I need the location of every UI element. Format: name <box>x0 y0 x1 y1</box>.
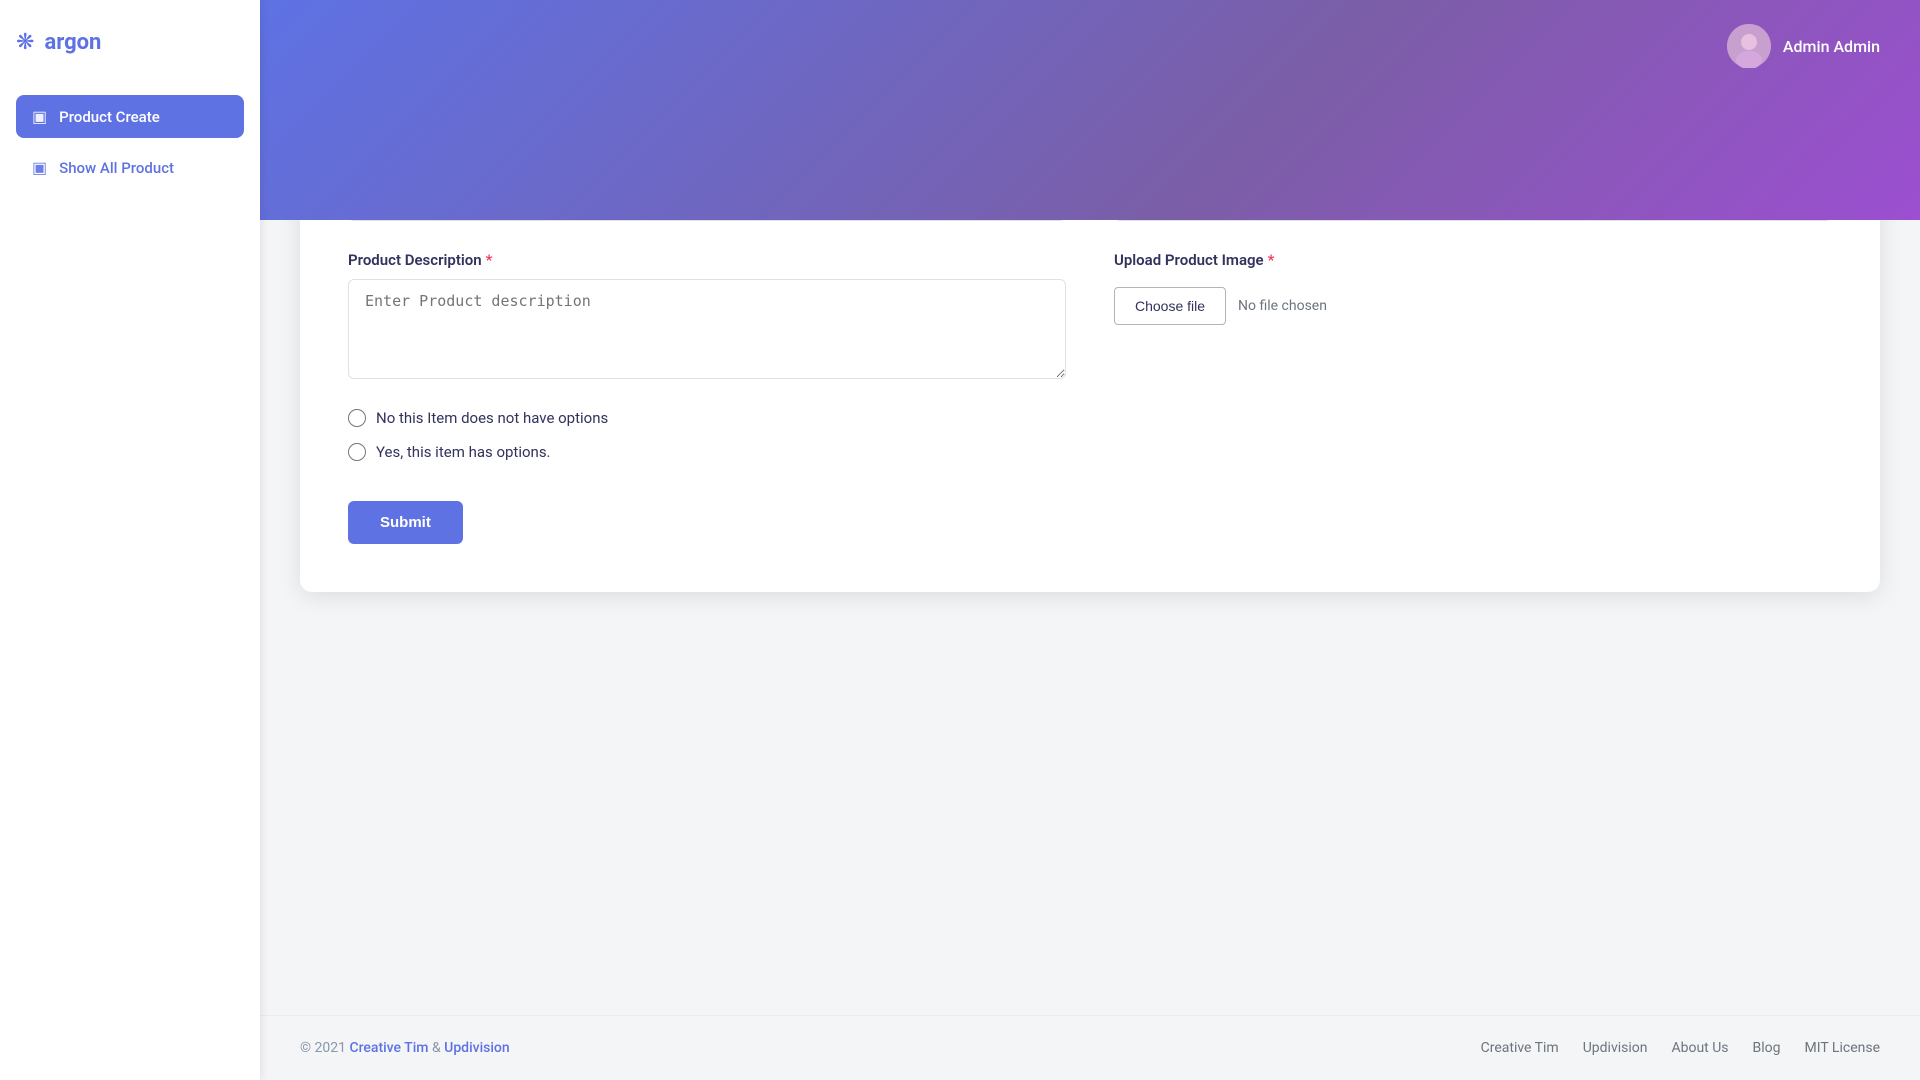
footer-link-blog[interactable]: Blog <box>1753 1040 1781 1056</box>
footer-link-about-us[interactable]: About Us <box>1671 1040 1728 1056</box>
sidebar-item-product-create[interactable]: ▣ Product Create <box>16 95 244 138</box>
user-name: Admin Admin <box>1783 37 1880 56</box>
product-description-group: Product Description* <box>348 251 1066 379</box>
choose-file-button[interactable]: Choose file <box>1114 287 1226 325</box>
radio-yes-options[interactable]: Yes, this item has options. <box>348 443 1832 461</box>
content-section: Product Name* Product Price* Product Des… <box>260 110 1920 1015</box>
product-description-label: Product Description* <box>348 251 1066 269</box>
sidebar-item-label-product-create: Product Create <box>59 108 160 126</box>
logo: ❋ argon <box>16 20 244 65</box>
form-row-2: Product Description* Upload Product Imag… <box>348 251 1832 379</box>
upload-image-group: Upload Product Image* Choose file No fil… <box>1114 251 1832 379</box>
header: Admin Admin <box>260 0 1920 220</box>
sidebar-item-label-show-all: Show All Product <box>59 159 174 177</box>
user-info: Admin Admin <box>1727 24 1880 68</box>
logo-text: argon <box>44 30 101 55</box>
footer-and: & <box>432 1040 444 1056</box>
show-all-icon: ▣ <box>32 158 47 177</box>
product-create-icon: ▣ <box>32 107 47 126</box>
radio-no-options-label: No this Item does not have options <box>376 409 608 427</box>
footer-left: © 2021 Creative Tim & Updivision <box>300 1040 510 1056</box>
radio-yes-options-label: Yes, this item has options. <box>376 443 551 461</box>
radio-no-options-input[interactable] <box>348 409 366 427</box>
required-star-desc: * <box>486 251 493 269</box>
footer-right: Creative Tim Updivision About Us Blog MI… <box>1481 1040 1880 1056</box>
sidebar: ❋ argon ▣ Product Create ▣ Show All Prod… <box>0 0 260 1080</box>
sidebar-nav: ▣ Product Create ▣ Show All Product <box>16 95 244 189</box>
radio-group: No this Item does not have options Yes, … <box>348 409 1832 461</box>
footer-link-mit-license[interactable]: MIT License <box>1805 1040 1880 1056</box>
upload-image-label: Upload Product Image* <box>1114 251 1832 269</box>
radio-no-options[interactable]: No this Item does not have options <box>348 409 1832 427</box>
submit-button[interactable]: Submit <box>348 501 463 544</box>
file-upload-area: Choose file No file chosen <box>1114 287 1832 325</box>
radio-yes-options-input[interactable] <box>348 443 366 461</box>
logo-icon: ❋ <box>16 30 34 55</box>
sidebar-item-show-all-product[interactable]: ▣ Show All Product <box>16 146 244 189</box>
no-file-label: No file chosen <box>1238 298 1327 314</box>
updivision-link[interactable]: Updivision <box>444 1040 510 1056</box>
creative-tim-link[interactable]: Creative Tim <box>349 1040 428 1056</box>
footer-link-creative-tim[interactable]: Creative Tim <box>1481 1040 1559 1056</box>
copyright-text: © 2021 <box>300 1040 346 1056</box>
main-area: Admin Admin Product Name* Product Price* <box>260 0 1920 1080</box>
footer-link-updivision[interactable]: Updivision <box>1583 1040 1648 1056</box>
product-description-input[interactable] <box>348 279 1066 379</box>
avatar <box>1727 24 1771 68</box>
footer: © 2021 Creative Tim & Updivision Creativ… <box>260 1015 1920 1080</box>
required-star-img: * <box>1268 251 1275 269</box>
